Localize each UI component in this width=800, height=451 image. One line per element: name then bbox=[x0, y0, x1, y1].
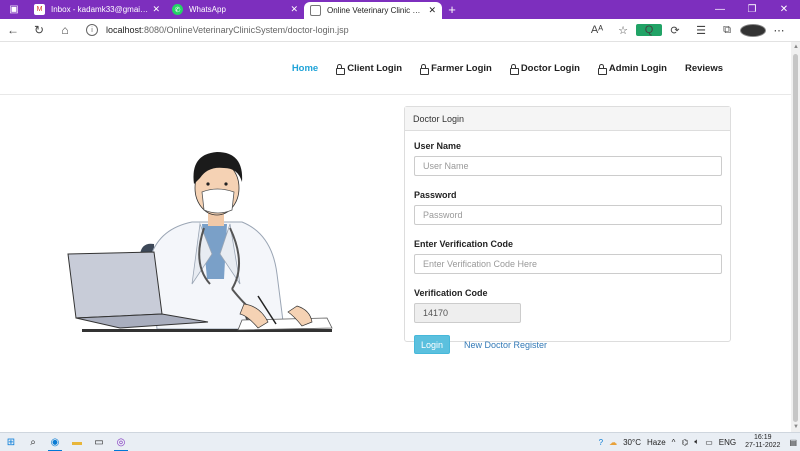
verification-code-display: 14170 bbox=[414, 303, 521, 323]
profile-avatar[interactable] bbox=[740, 23, 766, 37]
address-bar[interactable]: i localhost:8080/OnlineVeterinaryClinicS… bbox=[86, 24, 584, 36]
tab-whatsapp[interactable]: ✆ WhatsApp ✕ bbox=[166, 0, 304, 19]
close-tab-icon[interactable]: ✕ bbox=[152, 4, 160, 15]
windows-taskbar: ⊞ ⌕ ◉ ▬ ▭ ◎ ? ☁ 30°C Haze ^ ⌬ 🔈︎ ▭ ENG 1… bbox=[0, 432, 800, 451]
weather-icon[interactable]: ☁ bbox=[609, 438, 617, 447]
password-label: Password bbox=[414, 190, 457, 200]
weather-text: Haze bbox=[646, 437, 666, 447]
app-taskbar-icon[interactable]: ◎ bbox=[110, 433, 132, 451]
verification-code-label: Verification Code bbox=[414, 288, 488, 298]
nav-label: Client Login bbox=[347, 62, 403, 74]
new-tab-icon[interactable]: + bbox=[442, 0, 462, 19]
tab-vet-clinic[interactable]: Online Veterinary Clinic System ✕ bbox=[304, 2, 442, 19]
url-host: localhost bbox=[106, 25, 142, 35]
verification-code-input[interactable]: Enter Verification Code Here bbox=[414, 254, 722, 274]
panel-heading: Doctor Login bbox=[405, 107, 730, 131]
tab-title: Online Veterinary Clinic System bbox=[327, 6, 425, 15]
network-icon[interactable]: ⌬ bbox=[681, 438, 688, 447]
web-page: Home Client Login Farmer Login Doctor Lo… bbox=[0, 42, 791, 432]
nav-client-login[interactable]: Client Login bbox=[336, 62, 403, 75]
close-tab-icon[interactable]: ✕ bbox=[290, 4, 298, 15]
page-icon bbox=[310, 5, 321, 16]
scrollbar-thumb[interactable] bbox=[793, 54, 798, 422]
nav-doctor-login[interactable]: Doctor Login bbox=[509, 62, 580, 75]
favorites-list-icon[interactable]: ☰ bbox=[688, 24, 714, 37]
lock-icon bbox=[597, 63, 607, 75]
back-icon[interactable]: ← bbox=[0, 23, 26, 37]
minimize-icon[interactable]: — bbox=[704, 0, 736, 19]
verification-input-label: Enter Verification Code bbox=[414, 239, 514, 249]
restore-icon[interactable]: ❐ bbox=[736, 0, 768, 19]
tab-gmail[interactable]: M Inbox - kadamk33@gmail.com · ✕ bbox=[28, 0, 166, 19]
help-icon[interactable]: ? bbox=[599, 438, 603, 447]
temperature: 30°C bbox=[623, 437, 641, 447]
search-icon[interactable]: ⌕ bbox=[22, 433, 44, 451]
lock-icon bbox=[509, 63, 519, 75]
nav-admin-login[interactable]: Admin Login bbox=[597, 62, 667, 75]
battery-icon[interactable]: ▭ bbox=[705, 438, 713, 447]
favorite-icon[interactable]: ☆ bbox=[610, 24, 636, 37]
nav-home[interactable]: Home bbox=[292, 63, 318, 74]
nav-label: Admin Login bbox=[608, 62, 667, 74]
clock-time: 16:19 bbox=[754, 434, 772, 441]
tab-title: Inbox - kadamk33@gmail.com · bbox=[51, 5, 149, 14]
username-input[interactable]: User Name bbox=[414, 156, 722, 176]
close-tab-icon[interactable]: ✕ bbox=[428, 5, 436, 16]
browser-toolbar: ← ↻ ⌂ i localhost:8080/OnlineVeterinaryC… bbox=[0, 19, 800, 42]
system-tray: ? ☁ 30°C Haze ^ ⌬ 🔈︎ ▭ ENG 16:19 27-11-2… bbox=[596, 434, 800, 450]
nav-label: Farmer Login bbox=[431, 62, 492, 74]
browser-tab-strip: ▣ M Inbox - kadamk33@gmail.com · ✕ ✆ Wha… bbox=[0, 0, 800, 19]
nav-farmer-login[interactable]: Farmer Login bbox=[420, 62, 492, 75]
notifications-icon[interactable]: ▤ bbox=[789, 438, 797, 447]
page-scrollbar[interactable]: ▲ ▼ bbox=[791, 42, 800, 432]
tab-title: WhatsApp bbox=[189, 5, 226, 14]
home-icon[interactable]: ⌂ bbox=[52, 23, 78, 37]
refresh-icon[interactable]: ↻ bbox=[26, 23, 52, 37]
window-controls: — ❐ ✕ bbox=[704, 0, 800, 19]
collections-icon[interactable]: ⧉ bbox=[714, 24, 740, 37]
language-indicator[interactable]: ENG bbox=[719, 438, 736, 447]
site-navigation: Home Client Login Farmer Login Doctor Lo… bbox=[0, 42, 791, 95]
chevron-up-icon[interactable]: ^ bbox=[672, 438, 676, 447]
doctor-illustration bbox=[67, 152, 333, 332]
whatsapp-icon: ✆ bbox=[172, 4, 183, 15]
tab-actions-icon[interactable]: ▣ bbox=[0, 0, 28, 19]
refresh-extension-icon[interactable]: ⟳ bbox=[662, 24, 688, 37]
doctor-login-panel: Doctor Login User Name User Name Passwor… bbox=[404, 106, 731, 354]
lock-icon bbox=[420, 63, 430, 75]
extension-icon[interactable]: Q bbox=[636, 24, 662, 36]
url-path: :8080/OnlineVeterinaryClinicSystem/docto… bbox=[141, 25, 349, 35]
nav-label: Doctor Login bbox=[520, 62, 580, 74]
file-explorer-icon[interactable]: ▬ bbox=[66, 433, 88, 451]
terminal-icon[interactable]: ▭ bbox=[88, 433, 110, 451]
new-doctor-register-link[interactable]: New Doctor Register bbox=[464, 340, 547, 350]
username-label: User Name bbox=[414, 141, 462, 151]
nav-reviews[interactable]: Reviews bbox=[685, 63, 723, 74]
password-input[interactable]: Password bbox=[414, 205, 722, 225]
scroll-down-icon[interactable]: ▼ bbox=[793, 424, 799, 430]
clock-date: 27-11-2022 bbox=[745, 442, 781, 449]
lock-icon bbox=[336, 63, 346, 75]
read-aloud-icon[interactable]: Aᴬ bbox=[584, 24, 610, 36]
edge-taskbar-icon[interactable]: ◉ bbox=[44, 433, 66, 451]
close-window-icon[interactable]: ✕ bbox=[768, 0, 800, 19]
login-button[interactable]: Login bbox=[414, 335, 451, 354]
info-icon[interactable]: i bbox=[86, 24, 98, 36]
more-menu-icon[interactable]: ⋯ bbox=[766, 24, 792, 37]
gmail-icon: M bbox=[34, 4, 45, 15]
volume-icon[interactable]: 🔈︎ bbox=[694, 437, 699, 447]
scroll-up-icon[interactable]: ▲ bbox=[793, 44, 799, 50]
clock[interactable]: 16:19 27-11-2022 bbox=[745, 434, 780, 450]
windows-start-icon[interactable]: ⊞ bbox=[0, 433, 22, 451]
